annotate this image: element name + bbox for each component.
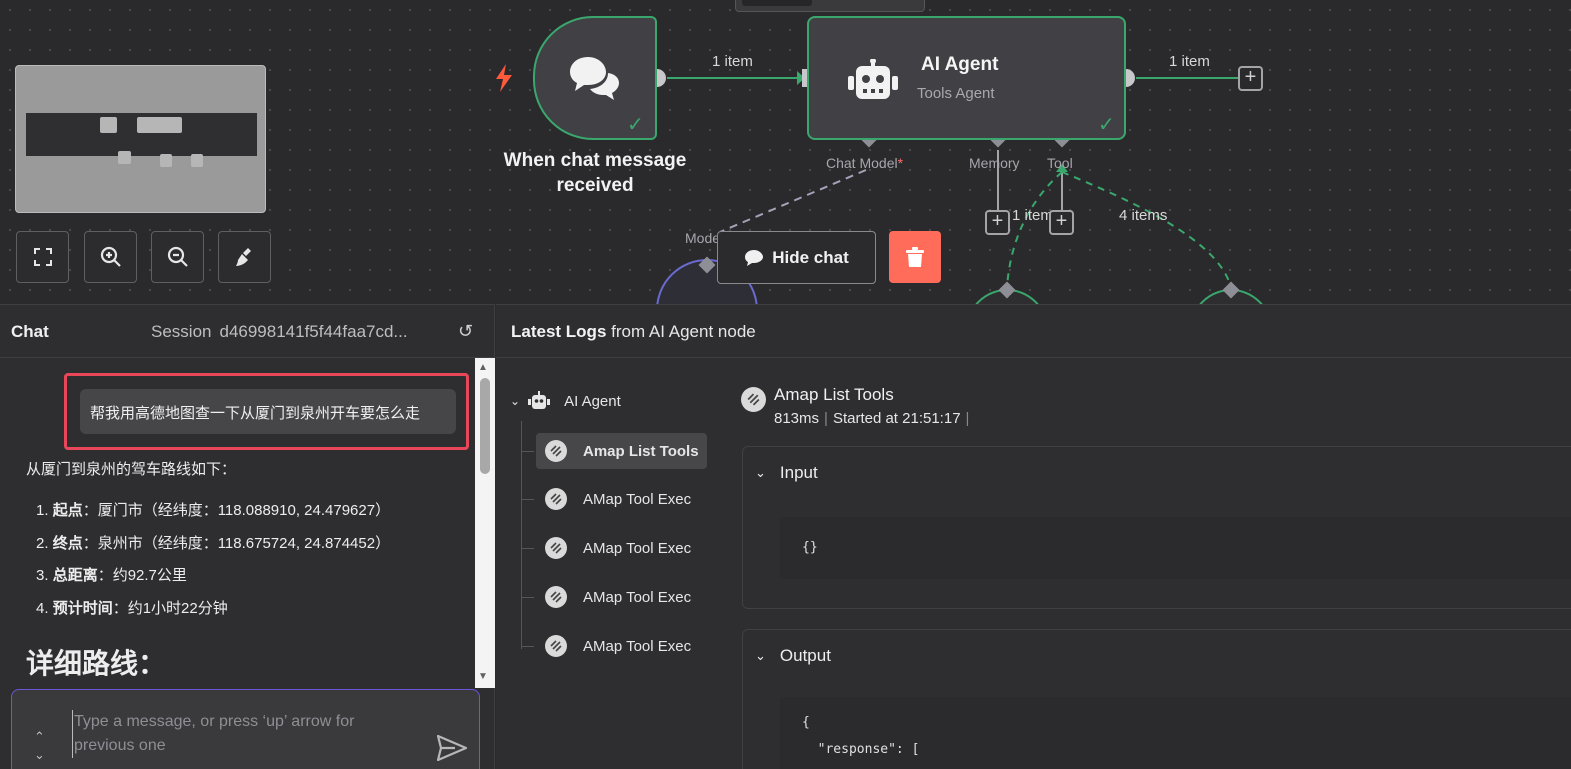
amap-tool-icon (545, 440, 567, 462)
add-memory-button[interactable]: + (985, 210, 1010, 235)
scroll-down-icon[interactable]: ▼ (478, 671, 488, 682)
list-item: 3. 总距离：约92.7公里 (36, 567, 187, 584)
wire-label-memory: 1 item (1012, 207, 1053, 224)
bot-message: 从厦门到泉州的驾车路线如下： 1. 起点：厦门市（经纬度：118.088910,… (26, 459, 466, 680)
input-section-toggle[interactable]: ⌄ Input (755, 463, 818, 483)
list-item: 2. 终点：泉州市（经纬度：118.675724, 24.874452） (36, 534, 391, 552)
robot-icon (528, 391, 551, 409)
session-info: Session d46998141f5f44faa7cd... (151, 322, 408, 341)
wire-label-tools: 4 items (1119, 207, 1168, 224)
speech-bubble-icon (745, 249, 764, 266)
chat-panel: Chat Session d46998141f5f44faa7cd... ↺ 帮我… (0, 304, 495, 769)
bot-intro: 从厦门到泉州的驾车路线如下： (26, 461, 237, 478)
send-icon[interactable] (437, 735, 467, 761)
amap-tool-icon (741, 387, 766, 412)
chevron-down-icon: ⌄ (755, 465, 766, 480)
log-detail-title: Amap List Tools (774, 385, 894, 404)
output-section-toggle[interactable]: ⌄ Output (755, 646, 831, 666)
log-detail-meta: 813ms | Started at 21:51:17 | (774, 410, 970, 427)
amap-tool-icon (545, 635, 567, 657)
amap-tool-icon (545, 488, 567, 510)
history-arrows-icon[interactable]: ⌃ ⌄ (34, 728, 45, 764)
scroll-up-icon[interactable]: ▲ (478, 362, 488, 373)
port-tool: Tool (1047, 155, 1073, 171)
tree-item-amap-tool-exec[interactable]: AMap Tool Exec (536, 628, 707, 664)
logs-panel: Latest Logs from AI Agent node ⌄ AI Agen… (496, 304, 1571, 769)
port-chat-model: Chat Model* (826, 155, 904, 171)
wire-label-output: 1 item (1169, 53, 1210, 70)
amap-tool-icon (545, 586, 567, 608)
list-item: 4. 预计时间：约1小时22分钟 (36, 599, 228, 617)
user-message: 帮我用高德地图查一下从厦门到泉州开车要怎么走 (80, 389, 456, 434)
input-section: ⌄ Input {} (742, 446, 1571, 609)
agent-title: AI Agent (921, 54, 999, 75)
logs-title: Latest Logs from AI Agent node (511, 322, 756, 341)
tree-root-ai-agent[interactable]: ⌄ AI Agent (510, 391, 621, 411)
output-section: ⌄ Output { "response": [ (742, 629, 1571, 769)
plus-icon: + (1055, 210, 1068, 232)
trigger-node-label: When chat message received (503, 150, 687, 196)
chat-bubbles-icon (570, 57, 619, 100)
add-node-button[interactable]: + (1238, 66, 1263, 91)
trigger-bolt-icon (496, 64, 512, 92)
trash-icon (906, 247, 924, 267)
port-memory: Memory (969, 155, 1020, 171)
agent-subtitle: Tools Agent (917, 85, 995, 102)
robot-icon (848, 59, 898, 99)
add-tool-button[interactable]: + (1049, 210, 1074, 235)
chat-trigger-node[interactable]: ✓ (533, 16, 657, 140)
input-code: {} (780, 517, 1571, 579)
bot-list: 1. 起点：厦门市（经纬度：118.088910, 24.479627） 2. … (26, 500, 466, 630)
amap-tool-icon (545, 537, 567, 559)
logs-header: Latest Logs from AI Agent node (496, 305, 1571, 358)
output-code: { "response": [ (780, 697, 1571, 769)
tree-item-amap-tool-exec[interactable]: AMap Tool Exec (536, 579, 707, 615)
chat-header: Chat Session d46998141f5f44faa7cd... ↺ (0, 305, 495, 358)
plus-icon: + (991, 210, 1004, 232)
scroll-thumb[interactable] (480, 378, 490, 474)
chat-input-placeholder: Type a message, or press ‘up’ arrow for … (72, 710, 412, 758)
hide-chat-button[interactable]: Hide chat (717, 231, 876, 284)
tree-item-amap-tool-exec[interactable]: AMap Tool Exec (536, 530, 707, 566)
chat-message-input[interactable]: ⌃ ⌄ Type a message, or press ‘up’ arrow f… (11, 689, 480, 769)
plus-icon: + (1244, 66, 1257, 88)
refresh-session-icon[interactable]: ↺ (458, 321, 473, 342)
session-id[interactable]: d46998141f5f44faa7cd... (219, 322, 407, 341)
chat-scrollbar[interactable]: ▲ ▼ (475, 358, 495, 688)
n8n-editor: ✓ When chat message received 1 item AI A… (0, 0, 1571, 769)
bot-heading: 详细路线： (26, 648, 167, 679)
success-check-icon: ✓ (1098, 114, 1115, 136)
chat-title: Chat (11, 322, 49, 341)
tree-item-amap-list-tools[interactable]: Amap List Tools (536, 433, 707, 469)
tree-item-amap-tool-exec[interactable]: AMap Tool Exec (536, 481, 707, 517)
chevron-down-icon: ⌄ (755, 648, 766, 663)
chevron-down-icon[interactable]: ⌄ (510, 394, 520, 408)
workflow-canvas[interactable]: ✓ When chat message received 1 item AI A… (0, 0, 1571, 304)
delete-button[interactable] (889, 231, 941, 283)
success-check-icon: ✓ (627, 114, 644, 136)
wire-label-trigger: 1 item (712, 53, 753, 70)
ai-agent-node[interactable]: AI Agent Tools Agent ✓ (807, 16, 1126, 140)
list-item: 1. 起点：厦门市（经纬度：118.088910, 24.479627） (36, 502, 391, 519)
